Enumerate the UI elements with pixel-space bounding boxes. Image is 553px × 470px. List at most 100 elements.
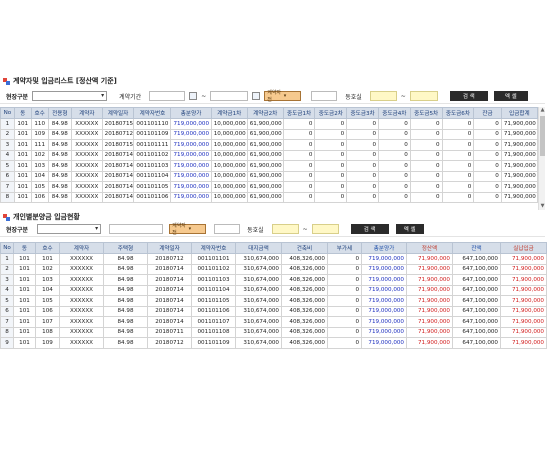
table-row[interactable]: 4 101 104 XXXXXX 84.98 20180714 001101104 310,6… (0, 284, 547, 296)
contract-state-input[interactable] (214, 224, 241, 234)
table-cell: 84.98 (103, 274, 148, 286)
table-row[interactable]: 9 101 109 XXXXXX 84.98 20180712 001101109 310,6… (0, 337, 547, 349)
column-header[interactable]: 계약일자 (101, 107, 135, 119)
site-select[interactable]: ▾ (37, 224, 102, 234)
column-header[interactable]: 중도금3차 (346, 107, 379, 119)
column-header[interactable]: No (0, 242, 14, 254)
table-cell: 61,900,000 (246, 128, 284, 140)
column-header[interactable]: 계약금2차 (246, 107, 284, 119)
table-row[interactable]: 5 101 103 84.98 XXXXXX 20180714 001101103 719,0… (0, 160, 539, 172)
table-cell: 71,900,000 (406, 337, 453, 349)
column-header[interactable]: 동 (13, 107, 32, 119)
column-header[interactable]: 중도금4차 (378, 107, 411, 119)
table-row[interactable]: 2 101 109 84.98 XXXXXX 20180712 001101109 719,0… (0, 128, 539, 140)
dong-to-input[interactable] (311, 224, 339, 234)
column-header[interactable]: No (0, 107, 15, 119)
column-header[interactable]: 부가세 (327, 242, 362, 254)
table-row[interactable]: 6 101 104 84.98 XXXXXX 20180714 001101104 719,0… (0, 170, 539, 182)
column-header[interactable]: 중도금2차 (314, 107, 348, 119)
column-header[interactable]: 건축비 (281, 242, 328, 254)
scroll-down-icon[interactable]: ▼ (539, 203, 545, 210)
column-header[interactable]: 계약자번호 (133, 107, 172, 119)
excel-button[interactable]: 엑 셀 (493, 91, 528, 101)
table-row[interactable]: 8 101 106 84.98 XXXXXX 20180714 001101106 719,0… (0, 191, 539, 203)
table-cell: 101 (13, 139, 32, 151)
column-header[interactable]: 입금합계 (500, 107, 539, 119)
period-start-input[interactable] (149, 91, 186, 101)
search-button[interactable]: 검 색 (350, 224, 389, 234)
calendar-icon[interactable] (189, 92, 198, 100)
dong-to-input[interactable] (409, 91, 438, 101)
site-select[interactable]: ▾ (32, 91, 108, 101)
dong-from-input[interactable] (271, 224, 299, 234)
search-button[interactable]: 검 색 (449, 91, 488, 101)
table-cell: 84.98 (103, 326, 148, 338)
scroll-up-icon[interactable]: ▲ (539, 107, 545, 114)
column-header[interactable]: 실납입금 (500, 242, 547, 254)
contract-state-select[interactable]: 계약자전 ▾ (264, 90, 302, 103)
column-header[interactable]: 총분양가 (170, 107, 212, 119)
table-cell: 71,900,000 (500, 191, 539, 203)
column-header[interactable]: 동 (13, 242, 36, 254)
dong-from-input[interactable] (369, 91, 397, 101)
table-row[interactable]: 3 101 103 XXXXXX 84.98 20180714 001101103 310,6… (0, 274, 547, 286)
column-header[interactable]: 정산액 (406, 242, 453, 254)
column-header[interactable]: 계약자 (59, 242, 104, 254)
calendar-icon[interactable] (252, 92, 261, 100)
table-row[interactable]: 3 101 111 84.98 XXXXXX 20180715 001101111 719,0… (0, 139, 539, 151)
column-header[interactable]: 전용형 (47, 107, 72, 119)
table-cell: 0 (346, 181, 379, 193)
column-header[interactable]: 총분양가 (361, 242, 407, 254)
table-row[interactable]: 1 101 101 XXXXXX 84.98 20180712 001101101 310,6… (0, 253, 547, 265)
table-cell: 0 (473, 118, 502, 130)
column-header[interactable]: 대지금액 (235, 242, 282, 254)
table-row[interactable]: 8 101 108 XXXXXX 84.98 20180711 001101108 310,6… (0, 326, 547, 338)
table-row[interactable]: 7 101 107 XXXXXX 84.98 20180714 001101107 310,6… (0, 316, 547, 328)
period-end-input[interactable] (210, 91, 249, 101)
table-cell: 71,900,000 (406, 284, 453, 296)
period-label: 계약기간 (119, 93, 142, 101)
column-header[interactable]: 계약일자 (147, 242, 192, 254)
excel-button[interactable]: 엑 셀 (395, 224, 424, 234)
column-header[interactable]: 중도금5차 (409, 107, 443, 119)
table-row[interactable]: 7 101 105 84.98 XXXXXX 20180714 001101105 719,0… (0, 181, 539, 193)
table-cell: 001101105 (133, 181, 172, 193)
table-cell: 101 (35, 253, 60, 265)
table-cell: 0 (346, 149, 379, 161)
column-header[interactable]: 호수 (30, 107, 49, 119)
table-cell: 0 (282, 118, 316, 130)
table-cell: 2 (0, 128, 15, 140)
table-cell: 110 (30, 118, 49, 130)
contract-state-input[interactable] (311, 91, 338, 101)
table-cell: 20180714 (101, 191, 135, 203)
column-header[interactable]: 잔금 (473, 107, 502, 119)
table-cell: 5 (0, 295, 14, 307)
column-header[interactable]: 잔액 (452, 242, 501, 254)
table-row[interactable]: 4 101 102 84.98 XXXXXX 20180714 001101102 719,0… (0, 149, 539, 161)
column-header[interactable]: 계약금1차 (210, 107, 248, 119)
table-cell: 719,000,000 (170, 191, 212, 203)
table-cell: 20180714 (147, 295, 192, 307)
column-header[interactable]: 중도금1차 (282, 107, 316, 119)
column-header[interactable]: 주택형 (103, 242, 148, 254)
table-cell: 0 (314, 160, 348, 172)
table-cell: 71,900,000 (406, 295, 453, 307)
table-cell: 0 (409, 139, 443, 151)
table-cell: 719,000,000 (170, 149, 212, 161)
contract-state-select[interactable]: 계약자전 ▾ (169, 223, 207, 236)
vscroll-thumb[interactable] (540, 116, 545, 156)
section1-vscroll[interactable]: ▲ ▼ (538, 107, 545, 210)
column-header[interactable]: 중도금6차 (441, 107, 475, 119)
table-row[interactable]: 1 101 110 84.98 XXXXXX 20180715 001101110 719,0… (0, 118, 539, 130)
table-row[interactable]: 5 101 105 XXXXXX 84.98 20180714 001101105 310,6… (0, 295, 547, 307)
column-header[interactable]: 계약자번호 (191, 242, 236, 254)
table-row[interactable]: 6 101 106 XXXXXX 84.98 20180714 001101106 310,6… (0, 305, 547, 317)
column-header[interactable]: 호수 (35, 242, 60, 254)
table-cell: 0 (473, 128, 502, 140)
column-header[interactable]: 계약자 (70, 107, 103, 119)
table-cell: 71,900,000 (500, 118, 539, 130)
table-cell: 719,000,000 (361, 295, 407, 307)
filter-input[interactable] (109, 224, 164, 234)
table-cell: 71,900,000 (500, 253, 547, 265)
table-row[interactable]: 2 101 102 XXXXXX 84.98 20180714 001101102 310,6… (0, 263, 547, 275)
